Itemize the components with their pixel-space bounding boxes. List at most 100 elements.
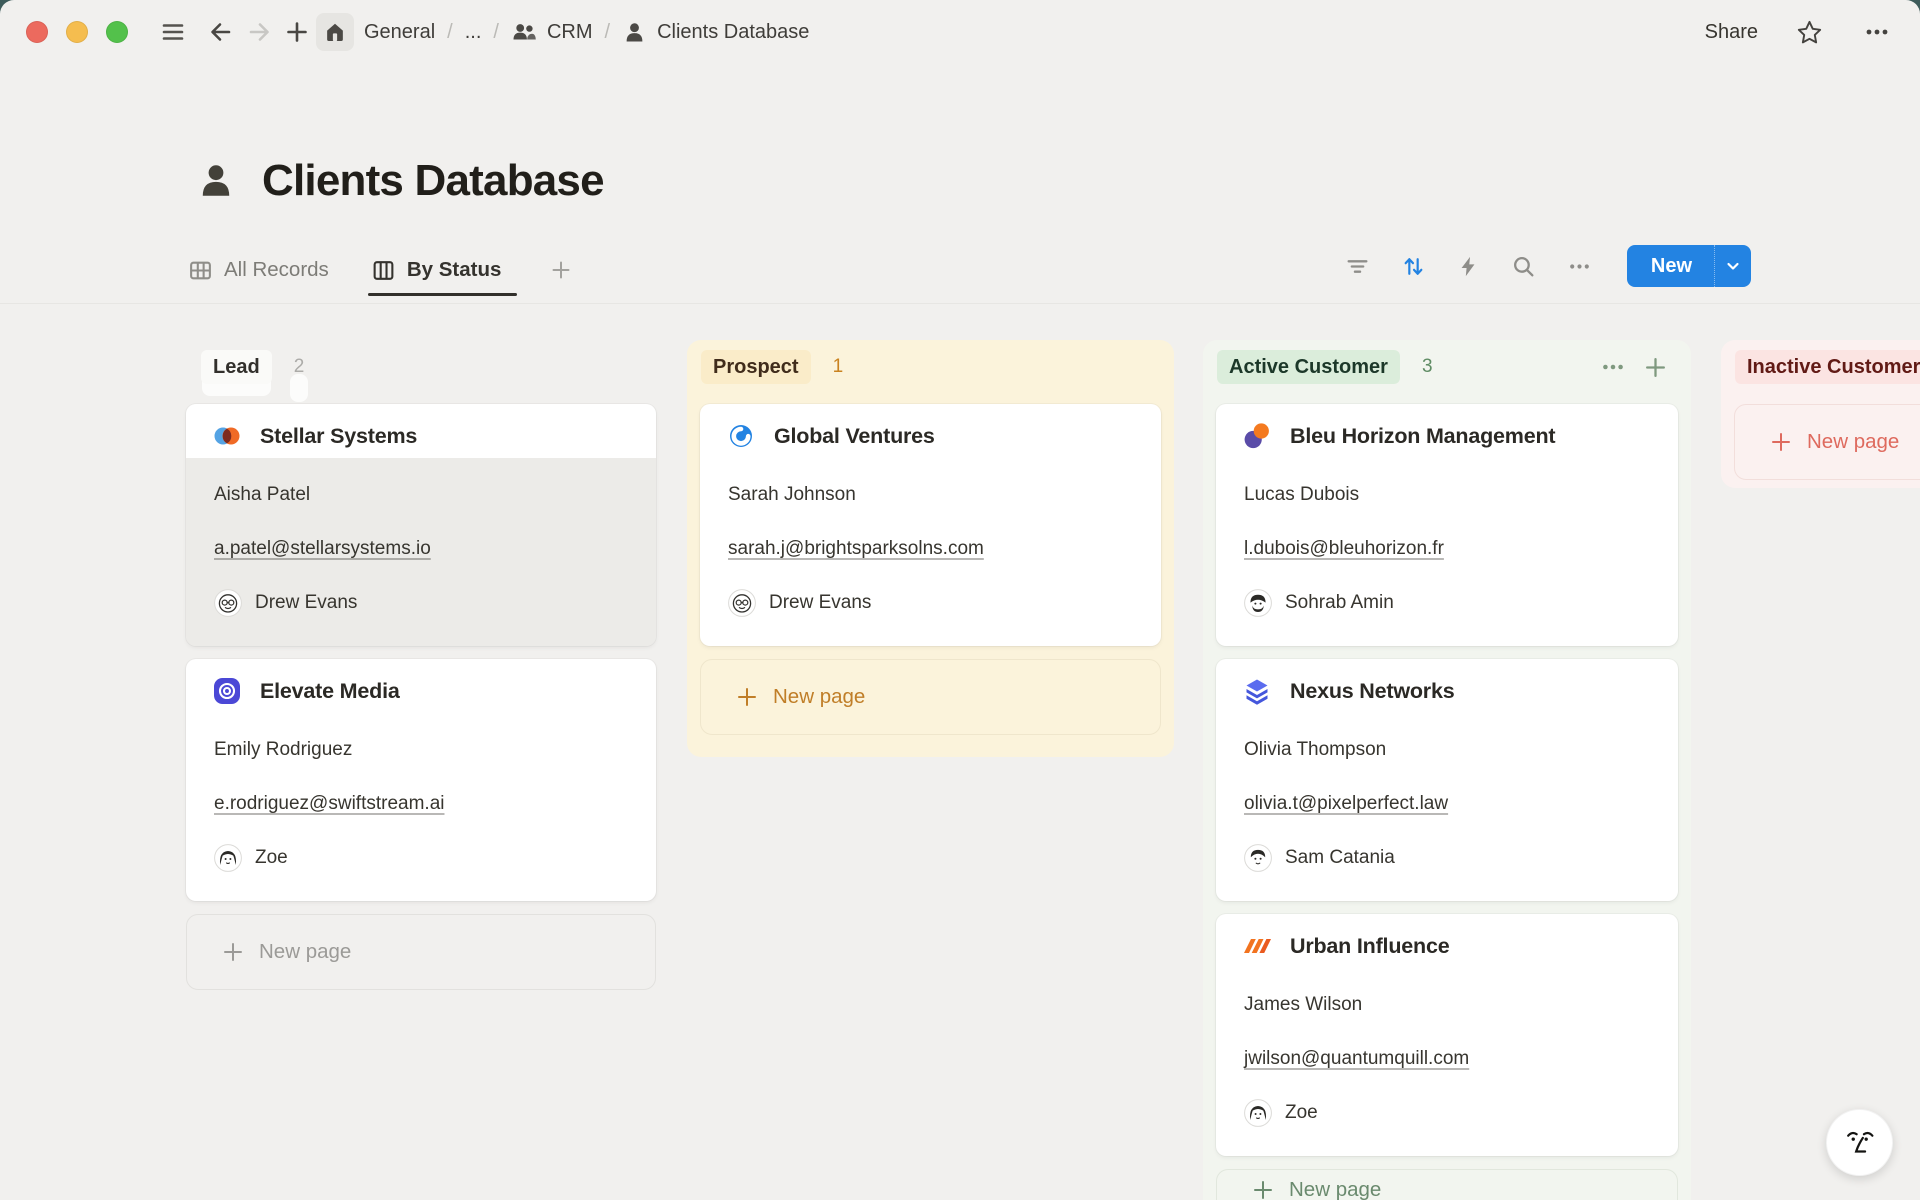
card-email-link[interactable]: a.patel@stellarsystems.io	[214, 538, 431, 560]
tab-all-records[interactable]: All Records	[188, 258, 329, 283]
card-email-link[interactable]: jwilson@quantumquill.com	[1244, 1048, 1469, 1070]
column-add-card-icon[interactable]	[1643, 355, 1668, 380]
avatar-sam	[1244, 844, 1272, 872]
breadcrumb-separator: /	[605, 21, 611, 44]
breadcrumb-item-clients-database[interactable]: Clients Database	[622, 20, 809, 45]
column-lead: Lead 2 Stellar SystemsAisha Patela.patel@s…	[186, 340, 656, 990]
card-owner: Drew Evans	[214, 576, 628, 630]
new-tab-icon[interactable]	[278, 13, 316, 51]
card-contact-name: Sarah Johnson	[728, 468, 1133, 522]
tab-by-status[interactable]: By Status	[371, 258, 502, 283]
breadcrumb-item-crm[interactable]: CRM	[511, 19, 593, 45]
plus-icon	[222, 941, 244, 963]
favorite-star-icon[interactable]	[1794, 13, 1824, 51]
sidebar-menu-icon[interactable]	[154, 13, 192, 51]
card-email-link[interactable]: olivia.t@pixelperfect.law	[1244, 793, 1448, 815]
close-window-button[interactable]	[26, 21, 48, 43]
company-logo-spiral-icon	[212, 676, 242, 706]
card-owner: Sohrab Amin	[1244, 576, 1650, 630]
card-owner: Drew Evans	[728, 576, 1133, 630]
group-count: 1	[833, 356, 844, 378]
card-email-link[interactable]: e.rodriguez@swiftstream.ai	[214, 793, 444, 815]
breadcrumb-item-general[interactable]: General	[364, 21, 435, 44]
breadcrumb: General / ... / CRM / Clients Database	[364, 19, 809, 45]
card-owner: Zoe	[214, 831, 628, 885]
ellipsis-icon	[1600, 354, 1626, 380]
new-button-chevron-icon[interactable]	[1714, 245, 1751, 287]
filter-icon[interactable]	[1345, 254, 1370, 279]
group-badge-prospect[interactable]: Prospect	[701, 350, 811, 384]
group-badge-lead[interactable]: Lead	[201, 350, 272, 384]
breadcrumb-item-ellipsis[interactable]: ...	[465, 21, 482, 44]
plus-icon	[1252, 1179, 1274, 1200]
more-options-icon[interactable]	[1860, 13, 1894, 51]
card-global-ventures[interactable]: Global Ventures Sarah Johnson sarah.j@brig…	[700, 404, 1161, 646]
search-icon[interactable]	[1511, 254, 1536, 279]
back-icon[interactable]	[202, 13, 240, 51]
card-owner-name: Sohrab Amin	[1285, 592, 1394, 614]
new-page-button-active-customer[interactable]: New page	[1216, 1169, 1678, 1200]
card-contact-name: Aisha Patel	[214, 468, 628, 522]
column-more-icon[interactable]	[1600, 354, 1626, 380]
zoom-window-button[interactable]	[106, 21, 128, 43]
card-company-name: Bleu Horizon Management	[1290, 424, 1555, 449]
view-options-icon[interactable]	[1567, 254, 1592, 279]
new-page-button-inactive-customer[interactable]: New page	[1734, 404, 1920, 480]
window-controls	[26, 21, 128, 43]
column-header-prospect: Prospect 1	[700, 347, 1161, 387]
card-elevate-media[interactable]: Elevate Media Emily Rodriguez e.rodriguez@…	[186, 659, 656, 901]
table-icon	[188, 258, 213, 283]
board-icon	[371, 258, 396, 283]
share-button[interactable]: Share	[1705, 21, 1758, 44]
column-active-customer: Active Customer 3 Bleu Horizon ManagementL…	[1203, 340, 1691, 1200]
breadcrumb-separator: /	[447, 21, 453, 44]
page-header: Clients Database	[196, 156, 604, 206]
group-badge-inactive-customer[interactable]: Inactive Customer	[1735, 350, 1920, 384]
card-contact-name: James Wilson	[1244, 978, 1650, 1032]
card-urban-influence[interactable]: Urban InfluenceJames Wilsonjwilson@quant…	[1216, 914, 1678, 1156]
card-company-name: Nexus Networks	[1290, 679, 1455, 704]
minimize-window-button[interactable]	[66, 21, 88, 43]
person-icon	[622, 20, 647, 45]
company-logo-orange-stripes-icon	[1242, 931, 1272, 961]
group-badge-active-customer[interactable]: Active Customer	[1217, 350, 1400, 384]
avatar-sohrab	[1244, 589, 1272, 617]
card-email-link[interactable]: sarah.j@brightsparksolns.com	[728, 538, 984, 560]
group-count: 3	[1422, 356, 1433, 378]
add-view-icon[interactable]	[549, 258, 573, 282]
group-count: 2	[294, 356, 305, 378]
automation-lightning-icon[interactable]	[1457, 255, 1480, 278]
new-page-label: New page	[1807, 430, 1899, 454]
card-stellar-systems[interactable]: Stellar SystemsAisha Patela.patel@stella…	[186, 404, 656, 646]
notion-ai-face-button[interactable]	[1826, 1109, 1893, 1176]
company-logo-purple-orange-circles-icon	[1242, 421, 1272, 451]
board: Lead 2 Stellar SystemsAisha Patela.patel@s…	[0, 340, 1920, 1200]
avatar-drew	[728, 589, 756, 617]
card-nexus-networks[interactable]: Nexus NetworksOlivia Thompsonolivia.t@pi…	[1216, 659, 1678, 901]
column-actions	[1600, 354, 1678, 380]
card-company-name: Elevate Media	[260, 679, 400, 704]
forward-icon[interactable]	[240, 13, 278, 51]
card-company-name: Global Ventures	[774, 424, 935, 449]
view-toolbar: New	[1345, 244, 1751, 288]
card-bleu-horizon-management[interactable]: Bleu Horizon ManagementLucas Duboisl.dub…	[1216, 404, 1678, 646]
new-page-button-prospect[interactable]: New page	[700, 659, 1161, 735]
view-tabbar: All Records By Status	[188, 248, 1920, 292]
card-contact-name: Emily Rodriguez	[214, 723, 628, 777]
company-logo-layer-stack-icon	[1242, 676, 1272, 706]
page-title: Clients Database	[262, 156, 604, 206]
titlebar: General / ... / CRM / Clients Database S…	[0, 0, 1920, 64]
card-email-link[interactable]: l.dubois@bleuhorizon.fr	[1244, 538, 1444, 560]
avatar-drew	[214, 589, 242, 617]
tabbar-divider	[0, 303, 1920, 304]
new-page-button-lead[interactable]: New page	[186, 914, 656, 990]
card-owner-name: Drew Evans	[769, 592, 871, 614]
card-owner-name: Zoe	[1285, 1102, 1318, 1124]
company-logo-blue-swoosh-icon	[726, 421, 756, 451]
new-button-label[interactable]: New	[1627, 245, 1714, 287]
avatar-zoe	[1244, 1099, 1272, 1127]
home-icon[interactable]	[316, 13, 354, 51]
card-owner-name: Sam Catania	[1285, 847, 1395, 869]
new-page-label: New page	[259, 940, 351, 964]
sort-icon[interactable]	[1401, 254, 1426, 279]
